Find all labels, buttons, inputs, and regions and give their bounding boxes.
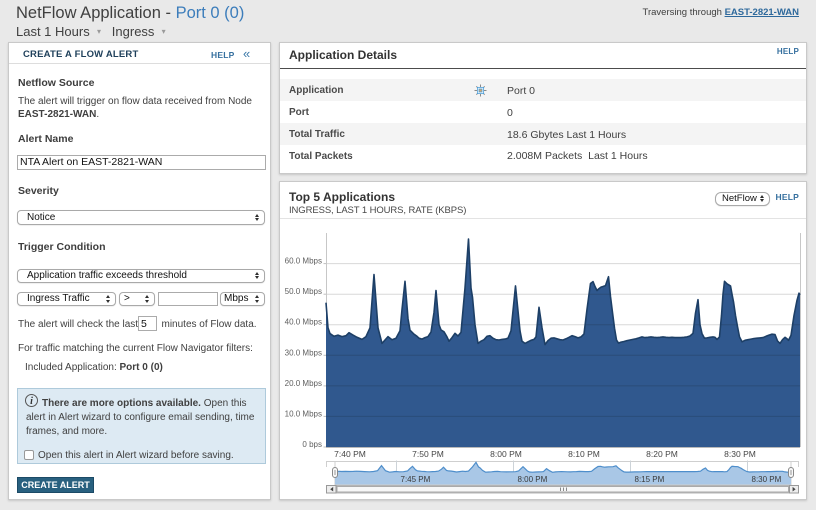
- svg-text:30.0 Mbps: 30.0 Mbps: [285, 348, 322, 357]
- svg-text:60.0 Mbps: 60.0 Mbps: [285, 257, 322, 266]
- svg-text:20.0 Mbps: 20.0 Mbps: [285, 379, 322, 388]
- svg-text:7:45 PM: 7:45 PM: [401, 475, 431, 484]
- svg-text:8:00 PM: 8:00 PM: [490, 449, 522, 459]
- svg-text:0 bps: 0 bps: [302, 440, 322, 449]
- svg-text:50.0 Mbps: 50.0 Mbps: [285, 287, 322, 296]
- svg-text:8:15 PM: 8:15 PM: [635, 475, 665, 484]
- svg-text:8:30 PM: 8:30 PM: [724, 449, 756, 459]
- svg-text:8:30 PM: 8:30 PM: [752, 475, 782, 484]
- svg-text:7:50 PM: 7:50 PM: [412, 449, 444, 459]
- svg-text:8:00 PM: 8:00 PM: [518, 475, 548, 484]
- svg-text:7:40 PM: 7:40 PM: [334, 449, 366, 459]
- svg-text:8:10 PM: 8:10 PM: [568, 449, 600, 459]
- svg-text:8:20 PM: 8:20 PM: [646, 449, 678, 459]
- svg-text:40.0 Mbps: 40.0 Mbps: [285, 318, 322, 327]
- svg-text:10.0 Mbps: 10.0 Mbps: [285, 409, 322, 418]
